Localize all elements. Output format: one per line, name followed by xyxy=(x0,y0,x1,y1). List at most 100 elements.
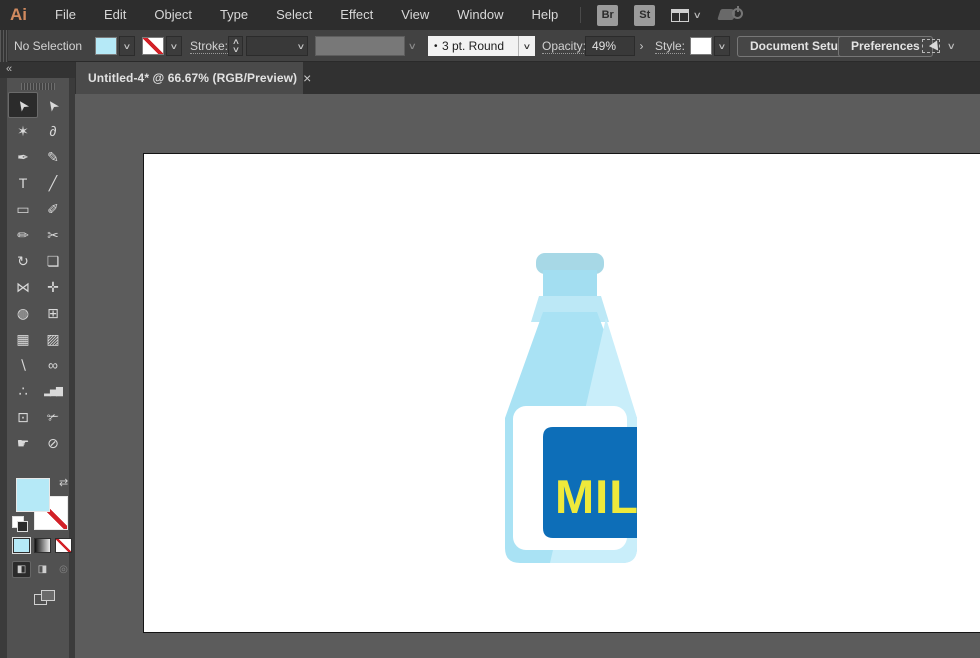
stroke-weight-dropdown[interactable]: ∨ xyxy=(246,30,308,62)
puppet-warp-tool[interactable]: ✛ xyxy=(38,274,68,300)
eyedropper-tool-icon: ∖ xyxy=(18,356,28,373)
stroke-none-swatch[interactable] xyxy=(142,37,164,55)
shaper-tool-icon: ✏ xyxy=(17,226,29,243)
mesh-tool-icon: ▦ xyxy=(16,330,30,347)
bridge-button[interactable]: Br xyxy=(597,4,619,26)
shaper-tool[interactable]: ✏ xyxy=(8,222,38,248)
blend-tool[interactable]: ∞ xyxy=(38,352,68,378)
shape-builder-tool[interactable]: ◍ xyxy=(8,300,38,326)
preferences-button[interactable]: Preferences xyxy=(838,30,933,62)
menu-select[interactable]: Select xyxy=(262,7,326,22)
zoom-tool[interactable]: ⊘ xyxy=(38,430,68,456)
canvas-pasteboard[interactable]: MILK xyxy=(75,94,980,658)
fill-dropdown-button[interactable]: ∨ xyxy=(119,36,135,56)
style-well[interactable]: ∨ xyxy=(690,30,730,62)
blend-tool-icon: ∞ xyxy=(48,357,58,373)
magic-wand-tool[interactable]: ✶ xyxy=(8,118,38,144)
eyedropper-tool[interactable]: ∖ xyxy=(8,352,38,378)
opacity-label[interactable]: Opacity: xyxy=(542,30,587,62)
tools-grid: ➤ ➤ ✶ ∂ ✒ ✎ T ╱ ▭ ✐ ✏ ✂ ↻ ❏ ⋈ ✛ ◍ ⊞ ▦ ▨ ∖ ∞ ∴ ▂▅▇ ⊡ ✃ ☛ ⊘ xyxy=(8,92,68,456)
column-graph-tool[interactable]: ▂▅▇ xyxy=(38,378,68,404)
select-similar-icon xyxy=(922,39,940,53)
selection-tool[interactable]: ➤ xyxy=(8,92,38,118)
menu-view[interactable]: View xyxy=(387,7,443,22)
artboard-tool[interactable]: ⊡ xyxy=(8,404,38,430)
rectangle-tool[interactable]: ▭ xyxy=(8,196,38,222)
opacity-arrow-button[interactable]: › xyxy=(635,36,648,56)
shape-builder-tool-icon: ◍ xyxy=(16,304,30,321)
brush-dropdown-button[interactable]: ∨ xyxy=(518,36,535,56)
panel-collapse-button[interactable]: « xyxy=(0,62,75,78)
milk-bottle-artwork[interactable]: MILK xyxy=(500,250,645,570)
line-segment-tool[interactable]: ╱ xyxy=(38,170,68,196)
opacity-field[interactable]: 49% › xyxy=(585,30,648,62)
lasso-tool[interactable]: ∂ xyxy=(38,118,68,144)
menu-edit[interactable]: Edit xyxy=(90,7,140,22)
draw-normal-button[interactable]: ◧ xyxy=(12,561,31,578)
document-tab[interactable]: Untitled-4* @ 66.67% (RGB/Preview) × xyxy=(76,62,311,94)
chevron-down-icon: ∨ xyxy=(692,9,703,20)
menu-bar: Ai File Edit Object Type Select Effect View Win… xyxy=(0,0,980,30)
stroke-dropdown-button[interactable]: ∨ xyxy=(166,36,182,56)
scale-tool[interactable]: ❏ xyxy=(38,248,68,274)
brush-value: 3 pt. Round xyxy=(441,39,505,53)
stroke-weight-label[interactable]: Stroke: xyxy=(190,30,229,62)
none-button[interactable] xyxy=(55,538,72,553)
drawing-mode-row: ◧ ◨ ◎ xyxy=(12,561,73,578)
draw-behind-button[interactable]: ◨ xyxy=(33,561,52,578)
stroke-color-well[interactable]: ∨ xyxy=(142,30,182,62)
stepper-down-icon: ∨ xyxy=(231,45,240,54)
fill-swatch[interactable] xyxy=(95,37,117,55)
menu-effect[interactable]: Effect xyxy=(326,7,387,22)
symbol-sprayer-tool[interactable]: ∴ xyxy=(8,378,38,404)
gradient-tool[interactable]: ▨ xyxy=(38,326,68,352)
direct-selection-tool[interactable]: ➤ xyxy=(38,92,68,118)
close-icon[interactable]: × xyxy=(303,71,311,85)
column-graph-tool-icon: ▂▅▇ xyxy=(44,385,63,396)
artboard[interactable]: MILK xyxy=(143,153,980,633)
style-swatch[interactable] xyxy=(690,37,712,55)
scissors-tool[interactable]: ✂ xyxy=(38,222,68,248)
width-tool[interactable]: ⋈ xyxy=(8,274,38,300)
swap-fill-stroke-icon[interactable]: ⇄ xyxy=(59,476,68,489)
chevron-down-icon: ∨ xyxy=(717,41,727,51)
stock-button[interactable]: St xyxy=(634,4,656,26)
slice-tool-icon: ✃ xyxy=(47,408,59,425)
perspective-grid-tool[interactable]: ⊞ xyxy=(38,300,68,326)
fill-color-swatch[interactable] xyxy=(16,478,50,512)
workspace-switcher[interactable]: ∨ xyxy=(671,8,703,22)
color-button[interactable] xyxy=(12,537,31,554)
type-tool[interactable]: T xyxy=(8,170,38,196)
fill-color-well[interactable]: ∨ xyxy=(95,30,135,62)
menu-file[interactable]: File xyxy=(41,7,90,22)
screen-mode-button[interactable] xyxy=(34,590,56,607)
symbol-sprayer-tool-icon: ∴ xyxy=(18,382,28,399)
select-similar-button[interactable]: ∨ xyxy=(922,30,956,62)
hand-tool[interactable]: ☛ xyxy=(8,430,38,456)
menu-type[interactable]: Type xyxy=(206,7,262,22)
chevron-down-icon: ∨ xyxy=(169,41,179,51)
perspective-grid-tool-icon: ⊞ xyxy=(47,304,59,321)
panel-grip[interactable] xyxy=(0,30,8,62)
paintbrush-tool[interactable]: ✐ xyxy=(38,196,68,222)
document-title: Untitled-4* @ 66.67% (RGB/Preview) xyxy=(88,71,298,85)
menu-object[interactable]: Object xyxy=(140,7,206,22)
curvature-tool[interactable]: ✎ xyxy=(38,144,68,170)
gradient-button[interactable] xyxy=(34,538,51,553)
default-fill-stroke-icon[interactable] xyxy=(12,516,28,532)
menu-help[interactable]: Help xyxy=(517,7,572,22)
menu-window[interactable]: Window xyxy=(443,7,517,22)
pen-tool[interactable]: ✒ xyxy=(8,144,38,170)
chevron-down-icon: ∨ xyxy=(522,41,532,51)
style-label[interactable]: Style: xyxy=(655,30,686,62)
panel-drag-grip[interactable] xyxy=(21,83,55,90)
style-dropdown-button[interactable]: ∨ xyxy=(714,36,730,56)
brush-definition-field[interactable]: • 3 pt. Round ∨ xyxy=(428,30,535,62)
slice-tool[interactable]: ✃ xyxy=(38,404,68,430)
rotate-tool[interactable]: ↻ xyxy=(8,248,38,274)
artboard-tool-icon: ⊡ xyxy=(17,408,29,425)
draw-inside-button[interactable]: ◎ xyxy=(54,561,73,578)
rotate-tool-icon: ↻ xyxy=(17,252,29,269)
mesh-tool[interactable]: ▦ xyxy=(8,326,38,352)
stroke-weight-stepper[interactable]: ∧ ∨ xyxy=(228,30,243,62)
